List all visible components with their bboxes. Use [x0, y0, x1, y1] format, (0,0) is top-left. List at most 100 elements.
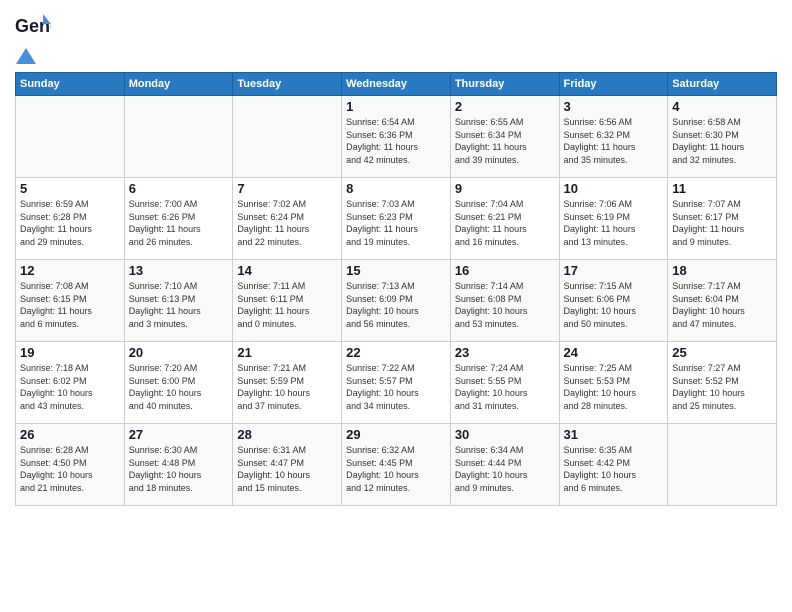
- day-number: 30: [455, 427, 555, 442]
- day-number: 13: [129, 263, 229, 278]
- day-number: 4: [672, 99, 772, 114]
- calendar-week-row: 19Sunrise: 7:18 AM Sunset: 6:02 PM Dayli…: [16, 342, 777, 424]
- day-detail: Sunrise: 6:59 AM Sunset: 6:28 PM Dayligh…: [20, 198, 120, 248]
- day-detail: Sunrise: 6:30 AM Sunset: 4:48 PM Dayligh…: [129, 444, 229, 494]
- day-number: 7: [237, 181, 337, 196]
- calendar-cell: 17 Sunrise: 7:15 AM Sunset: 6:06 PM Dayli…: [559, 260, 668, 342]
- calendar-cell: 11 Sunrise: 7:07 AM Sunset: 6:17 PM Dayli…: [668, 178, 777, 260]
- day-detail: Sunrise: 6:31 AM Sunset: 4:47 PM Dayligh…: [237, 444, 337, 494]
- day-detail: Sunrise: 6:56 AM Sunset: 6:32 PM Dayligh…: [564, 116, 664, 166]
- day-header-monday: Monday: [124, 73, 233, 96]
- day-detail: Sunrise: 6:58 AM Sunset: 6:30 PM Dayligh…: [672, 116, 772, 166]
- day-detail: Sunrise: 6:28 AM Sunset: 4:50 PM Dayligh…: [20, 444, 120, 494]
- day-detail: Sunrise: 7:27 AM Sunset: 5:52 PM Dayligh…: [672, 362, 772, 412]
- day-detail: Sunrise: 7:17 AM Sunset: 6:04 PM Dayligh…: [672, 280, 772, 330]
- day-number: 20: [129, 345, 229, 360]
- calendar-cell: 2 Sunrise: 6:55 AM Sunset: 6:34 PM Daylig…: [450, 96, 559, 178]
- calendar-cell: 30Sunrise: 6:34 AM Sunset: 4:44 PM Dayli…: [450, 424, 559, 506]
- calendar-cell: 12 Sunrise: 7:08 AM Sunset: 6:15 PM Dayli…: [16, 260, 125, 342]
- calendar-table: SundayMondayTuesdayWednesdayThursdayFrid…: [15, 72, 777, 506]
- calendar-cell: 23 Sunrise: 7:24 AM Sunset: 5:55 PM Dayli…: [450, 342, 559, 424]
- calendar-week-row: 5 Sunrise: 6:59 AM Sunset: 6:28 PM Daylig…: [16, 178, 777, 260]
- calendar-cell: 20 Sunrise: 7:20 AM Sunset: 6:00 PM Dayli…: [124, 342, 233, 424]
- day-number: 8: [346, 181, 446, 196]
- calendar-week-row: 1 Sunrise: 6:54 AM Sunset: 6:36 PM Daylig…: [16, 96, 777, 178]
- day-header-tuesday: Tuesday: [233, 73, 342, 96]
- calendar-cell: 22 Sunrise: 7:22 AM Sunset: 5:57 PM Dayli…: [342, 342, 451, 424]
- day-number: 16: [455, 263, 555, 278]
- day-detail: Sunrise: 7:18 AM Sunset: 6:02 PM Dayligh…: [20, 362, 120, 412]
- calendar-week-row: 26 Sunrise: 6:28 AM Sunset: 4:50 PM Dayli…: [16, 424, 777, 506]
- calendar-header-row: SundayMondayTuesdayWednesdayThursdayFrid…: [16, 73, 777, 96]
- day-detail: Sunrise: 7:14 AM Sunset: 6:08 PM Dayligh…: [455, 280, 555, 330]
- day-number: 27: [129, 427, 229, 442]
- day-detail: Sunrise: 7:03 AM Sunset: 6:23 PM Dayligh…: [346, 198, 446, 248]
- day-number: 31: [564, 427, 664, 442]
- calendar-cell: 19Sunrise: 7:18 AM Sunset: 6:02 PM Dayli…: [16, 342, 125, 424]
- day-number: 2: [455, 99, 555, 114]
- day-detail: Sunrise: 6:32 AM Sunset: 4:45 PM Dayligh…: [346, 444, 446, 494]
- calendar-cell: 31 Sunrise: 6:35 AM Sunset: 4:42 PM Dayli…: [559, 424, 668, 506]
- day-number: 15: [346, 263, 446, 278]
- calendar-week-row: 12 Sunrise: 7:08 AM Sunset: 6:15 PM Dayli…: [16, 260, 777, 342]
- calendar-cell: 8 Sunrise: 7:03 AM Sunset: 6:23 PM Daylig…: [342, 178, 451, 260]
- day-number: 18: [672, 263, 772, 278]
- day-detail: Sunrise: 7:15 AM Sunset: 6:06 PM Dayligh…: [564, 280, 664, 330]
- calendar-cell: 29 Sunrise: 6:32 AM Sunset: 4:45 PM Dayli…: [342, 424, 451, 506]
- calendar-cell: 14 Sunrise: 7:11 AM Sunset: 6:11 PM Dayli…: [233, 260, 342, 342]
- day-detail: Sunrise: 7:00 AM Sunset: 6:26 PM Dayligh…: [129, 198, 229, 248]
- calendar-cell: 4 Sunrise: 6:58 AM Sunset: 6:30 PM Daylig…: [668, 96, 777, 178]
- day-detail: Sunrise: 7:25 AM Sunset: 5:53 PM Dayligh…: [564, 362, 664, 412]
- day-detail: Sunrise: 7:02 AM Sunset: 6:24 PM Dayligh…: [237, 198, 337, 248]
- day-detail: Sunrise: 7:04 AM Sunset: 6:21 PM Dayligh…: [455, 198, 555, 248]
- calendar-cell: 6 Sunrise: 7:00 AM Sunset: 6:26 PM Daylig…: [124, 178, 233, 260]
- day-header-sunday: Sunday: [16, 73, 125, 96]
- day-detail: Sunrise: 7:21 AM Sunset: 5:59 PM Dayligh…: [237, 362, 337, 412]
- calendar-cell: [233, 96, 342, 178]
- calendar-cell: 13 Sunrise: 7:10 AM Sunset: 6:13 PM Dayli…: [124, 260, 233, 342]
- day-detail: Sunrise: 7:08 AM Sunset: 6:15 PM Dayligh…: [20, 280, 120, 330]
- day-number: 17: [564, 263, 664, 278]
- day-detail: Sunrise: 7:24 AM Sunset: 5:55 PM Dayligh…: [455, 362, 555, 412]
- day-detail: Sunrise: 7:20 AM Sunset: 6:00 PM Dayligh…: [129, 362, 229, 412]
- day-header-thursday: Thursday: [450, 73, 559, 96]
- day-detail: Sunrise: 7:13 AM Sunset: 6:09 PM Dayligh…: [346, 280, 446, 330]
- logo-icon: General: [15, 10, 51, 46]
- day-detail: Sunrise: 6:55 AM Sunset: 6:34 PM Dayligh…: [455, 116, 555, 166]
- calendar-cell: [124, 96, 233, 178]
- calendar-cell: 27 Sunrise: 6:30 AM Sunset: 4:48 PM Dayli…: [124, 424, 233, 506]
- calendar-cell: 21Sunrise: 7:21 AM Sunset: 5:59 PM Dayli…: [233, 342, 342, 424]
- calendar-cell: 28 Sunrise: 6:31 AM Sunset: 4:47 PM Dayli…: [233, 424, 342, 506]
- day-header-friday: Friday: [559, 73, 668, 96]
- day-number: 11: [672, 181, 772, 196]
- day-detail: Sunrise: 7:10 AM Sunset: 6:13 PM Dayligh…: [129, 280, 229, 330]
- day-detail: Sunrise: 6:54 AM Sunset: 6:36 PM Dayligh…: [346, 116, 446, 166]
- day-number: 28: [237, 427, 337, 442]
- day-number: 5: [20, 181, 120, 196]
- calendar-cell: 5 Sunrise: 6:59 AM Sunset: 6:28 PM Daylig…: [16, 178, 125, 260]
- day-detail: Sunrise: 7:07 AM Sunset: 6:17 PM Dayligh…: [672, 198, 772, 248]
- day-detail: Sunrise: 6:35 AM Sunset: 4:42 PM Dayligh…: [564, 444, 664, 494]
- day-detail: Sunrise: 7:06 AM Sunset: 6:19 PM Dayligh…: [564, 198, 664, 248]
- calendar-cell: 26 Sunrise: 6:28 AM Sunset: 4:50 PM Dayli…: [16, 424, 125, 506]
- page: General SundayMondayTuesdayWednesdayThur…: [0, 0, 792, 612]
- day-number: 29: [346, 427, 446, 442]
- day-detail: Sunrise: 7:11 AM Sunset: 6:11 PM Dayligh…: [237, 280, 337, 330]
- day-number: 3: [564, 99, 664, 114]
- day-detail: Sunrise: 7:22 AM Sunset: 5:57 PM Dayligh…: [346, 362, 446, 412]
- day-number: 6: [129, 181, 229, 196]
- day-number: 25: [672, 345, 772, 360]
- calendar-cell: 18 Sunrise: 7:17 AM Sunset: 6:04 PM Dayli…: [668, 260, 777, 342]
- calendar-cell: 16 Sunrise: 7:14 AM Sunset: 6:08 PM Dayli…: [450, 260, 559, 342]
- day-number: 9: [455, 181, 555, 196]
- day-number: 22: [346, 345, 446, 360]
- day-number: 26: [20, 427, 120, 442]
- calendar-cell: 15 Sunrise: 7:13 AM Sunset: 6:09 PM Dayli…: [342, 260, 451, 342]
- day-number: 24: [564, 345, 664, 360]
- calendar-cell: [668, 424, 777, 506]
- day-number: 23: [455, 345, 555, 360]
- calendar-cell: 10Sunrise: 7:06 AM Sunset: 6:19 PM Dayli…: [559, 178, 668, 260]
- day-number: 14: [237, 263, 337, 278]
- day-number: 12: [20, 263, 120, 278]
- day-number: 1: [346, 99, 446, 114]
